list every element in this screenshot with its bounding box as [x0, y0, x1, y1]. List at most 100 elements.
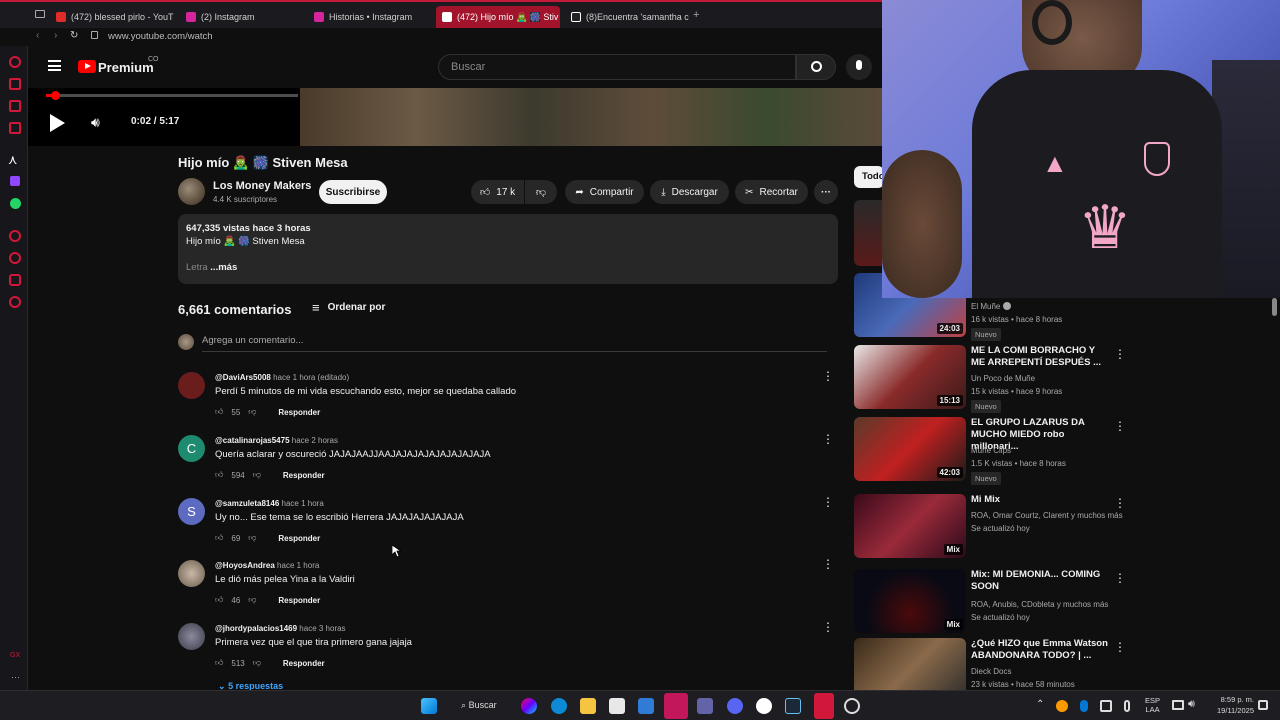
rec-menu-icon[interactable]: ⋮: [1114, 419, 1126, 433]
outlook-icon[interactable]: [638, 698, 654, 714]
channel-avatar[interactable]: [178, 178, 205, 205]
steam-icon[interactable]: [785, 698, 801, 714]
comment-menu-icon[interactable]: ⋮: [822, 496, 834, 508]
reload-icon[interactable]: ↻: [70, 30, 78, 41]
share-button[interactable]: ➦ Compartir: [565, 180, 644, 204]
comment-time[interactable]: hace 2 horas: [292, 436, 338, 445]
twitch-icon[interactable]: [10, 176, 20, 186]
rec-channel[interactable]: ROA, Anubis, CDobleta y muchos más: [971, 600, 1108, 609]
rec-thumbnail-partial[interactable]: [854, 200, 882, 266]
comment-time[interactable]: hace 1 hora (editado): [273, 373, 349, 382]
download-button[interactable]: ⤓ Descargar: [650, 180, 729, 204]
comment-avatar[interactable]: C: [178, 435, 205, 462]
rec-thumbnail[interactable]: [854, 638, 966, 690]
reply-button[interactable]: Responder: [283, 471, 325, 480]
like-button[interactable]: 👍︎ 17 k: [471, 180, 524, 204]
monitor-icon[interactable]: [1172, 700, 1184, 710]
dislike-button[interactable]: 👎︎: [525, 180, 557, 204]
tab-menu-icon[interactable]: [35, 10, 45, 18]
rec-title[interactable]: Mix: MI DEMONIA... COMING SOON: [971, 569, 1111, 593]
reply-button[interactable]: Responder: [278, 408, 320, 417]
dislike-icon[interactable]: 👎︎: [248, 533, 256, 543]
voice-search-button[interactable]: [846, 54, 872, 80]
more-actions-button[interactable]: ···: [814, 180, 838, 204]
rec-item[interactable]: Mix Mi Mix ROA, Omar Courtz, Clarent y m…: [854, 494, 1134, 560]
store-icon[interactable]: [609, 698, 625, 714]
sidebar-chat-icon[interactable]: [9, 100, 21, 112]
language-indicator[interactable]: ESP LAA: [1145, 696, 1160, 714]
url-text[interactable]: www.youtube.com/watch: [108, 31, 213, 42]
whatsapp-icon[interactable]: [10, 198, 21, 209]
chatgpt-icon[interactable]: [756, 698, 772, 714]
comment-author[interactable]: @catalinarojas5475: [215, 436, 290, 445]
premium-label[interactable]: Premium: [98, 60, 154, 75]
comment-author[interactable]: @samzuleta8146: [215, 499, 279, 508]
active-app-icon[interactable]: [664, 693, 688, 719]
rec-thumbnail[interactable]: Mix: [854, 569, 966, 633]
comment-menu-icon[interactable]: ⋮: [822, 370, 834, 382]
volume-icon[interactable]: 🔊︎: [91, 114, 100, 131]
dislike-icon[interactable]: 👎︎: [253, 658, 261, 668]
clip-button[interactable]: ✂ Recortar: [735, 180, 808, 204]
rec-menu-icon[interactable]: ⋮: [1114, 347, 1126, 361]
rec-thumbnail[interactable]: 42:03: [854, 417, 966, 481]
dislike-icon[interactable]: 👎︎: [248, 595, 256, 605]
search-button[interactable]: [796, 54, 836, 80]
channel-name[interactable]: Los Money Makers: [213, 180, 311, 192]
comment-author[interactable]: @HoyosAndrea: [215, 561, 275, 570]
sidebar-news-icon[interactable]: [9, 122, 21, 134]
rec-thumbnail[interactable]: Mix: [854, 494, 966, 558]
comment-time[interactable]: hace 1 hora: [282, 499, 324, 508]
taskbar-search[interactable]: ⌕ Buscar: [455, 697, 510, 715]
description-box[interactable]: 647,335 vistas hace 3 horas Hijo mío 🧟‍♂…: [178, 214, 838, 284]
comment-author[interactable]: @jhordypalacios1469: [215, 624, 297, 633]
progress-bar[interactable]: [46, 91, 298, 100]
edge-icon[interactable]: [551, 698, 567, 714]
tab-5[interactable]: (8)Encuentra 'samantha c: [565, 6, 690, 28]
rec-item[interactable]: ¿Qué HIZO que Emma Watson ABANDONARA TOD…: [854, 638, 1134, 690]
search-input[interactable]: Buscar: [438, 54, 796, 80]
bluetooth-icon[interactable]: [1080, 700, 1088, 712]
like-icon[interactable]: 👍︎: [215, 533, 223, 543]
notification-icon[interactable]: [1258, 700, 1268, 710]
comment-menu-icon[interactable]: ⋮: [822, 621, 834, 633]
windows-start-icon[interactable]: [421, 698, 437, 714]
tab-2[interactable]: (2) Instagram: [180, 6, 300, 28]
comment-avatar[interactable]: S: [178, 498, 205, 525]
rec-item[interactable]: Mix Mix: MI DEMONIA... COMING SOON ROA, …: [854, 569, 1134, 635]
sidebar-settings-icon[interactable]: [9, 296, 21, 308]
rec-menu-icon[interactable]: ⋮: [1114, 640, 1126, 654]
rec-channel[interactable]: ROA, Omar Courtz, Clarent y muchos más: [971, 511, 1123, 520]
teams-icon[interactable]: [697, 698, 713, 714]
video-player[interactable]: 🔊︎ 0:02 / 5:17: [28, 88, 882, 146]
reply-button[interactable]: Responder: [278, 596, 320, 605]
add-comment-input[interactable]: Agrega un comentario...: [202, 335, 827, 352]
tab-3[interactable]: Historias • Instagram: [308, 6, 430, 28]
sidebar-history-icon[interactable]: [9, 56, 21, 68]
like-icon[interactable]: 👍︎: [215, 407, 223, 417]
sort-button[interactable]: ≡ Ordenar por: [312, 300, 385, 315]
sidebar-cube-icon[interactable]: [9, 274, 21, 286]
show-more-link[interactable]: ...más: [210, 262, 237, 273]
discord-icon[interactable]: [727, 698, 743, 714]
rec-title[interactable]: ME LA COMI BORRACHO Y ME ARREPENTÍ DESPU…: [971, 345, 1111, 369]
comment-avatar[interactable]: [178, 560, 205, 587]
tab-1[interactable]: (472) blessed pirlo - YouT: [50, 6, 174, 28]
video-frame[interactable]: [300, 88, 882, 146]
dislike-icon[interactable]: 👎︎: [253, 470, 261, 480]
comment-author[interactable]: @DaviArs5008: [215, 373, 271, 382]
rec-title[interactable]: ¿Qué HIZO que Emma Watson ABANDONARA TOD…: [971, 638, 1111, 662]
rec-thumbnail[interactable]: 15:13: [854, 345, 966, 409]
sidebar-arrow-icon[interactable]: ⋏: [8, 152, 18, 168]
comment-menu-icon[interactable]: ⋮: [822, 433, 834, 445]
obs-icon[interactable]: [844, 698, 860, 714]
speaker-icon[interactable]: 🔊︎: [1188, 698, 1195, 711]
chevron-up-icon[interactable]: ⌃: [1036, 699, 1044, 710]
sidebar-clock-icon[interactable]: [9, 252, 21, 264]
rec-menu-icon[interactable]: ⋮: [1114, 571, 1126, 585]
copilot-icon[interactable]: [521, 698, 537, 714]
rec-channel[interactable]: El Muñe: [971, 302, 1000, 311]
new-tab-icon[interactable]: +: [693, 9, 699, 21]
tray-app-icon[interactable]: [1056, 700, 1068, 712]
back-icon[interactable]: ‹: [36, 30, 39, 41]
